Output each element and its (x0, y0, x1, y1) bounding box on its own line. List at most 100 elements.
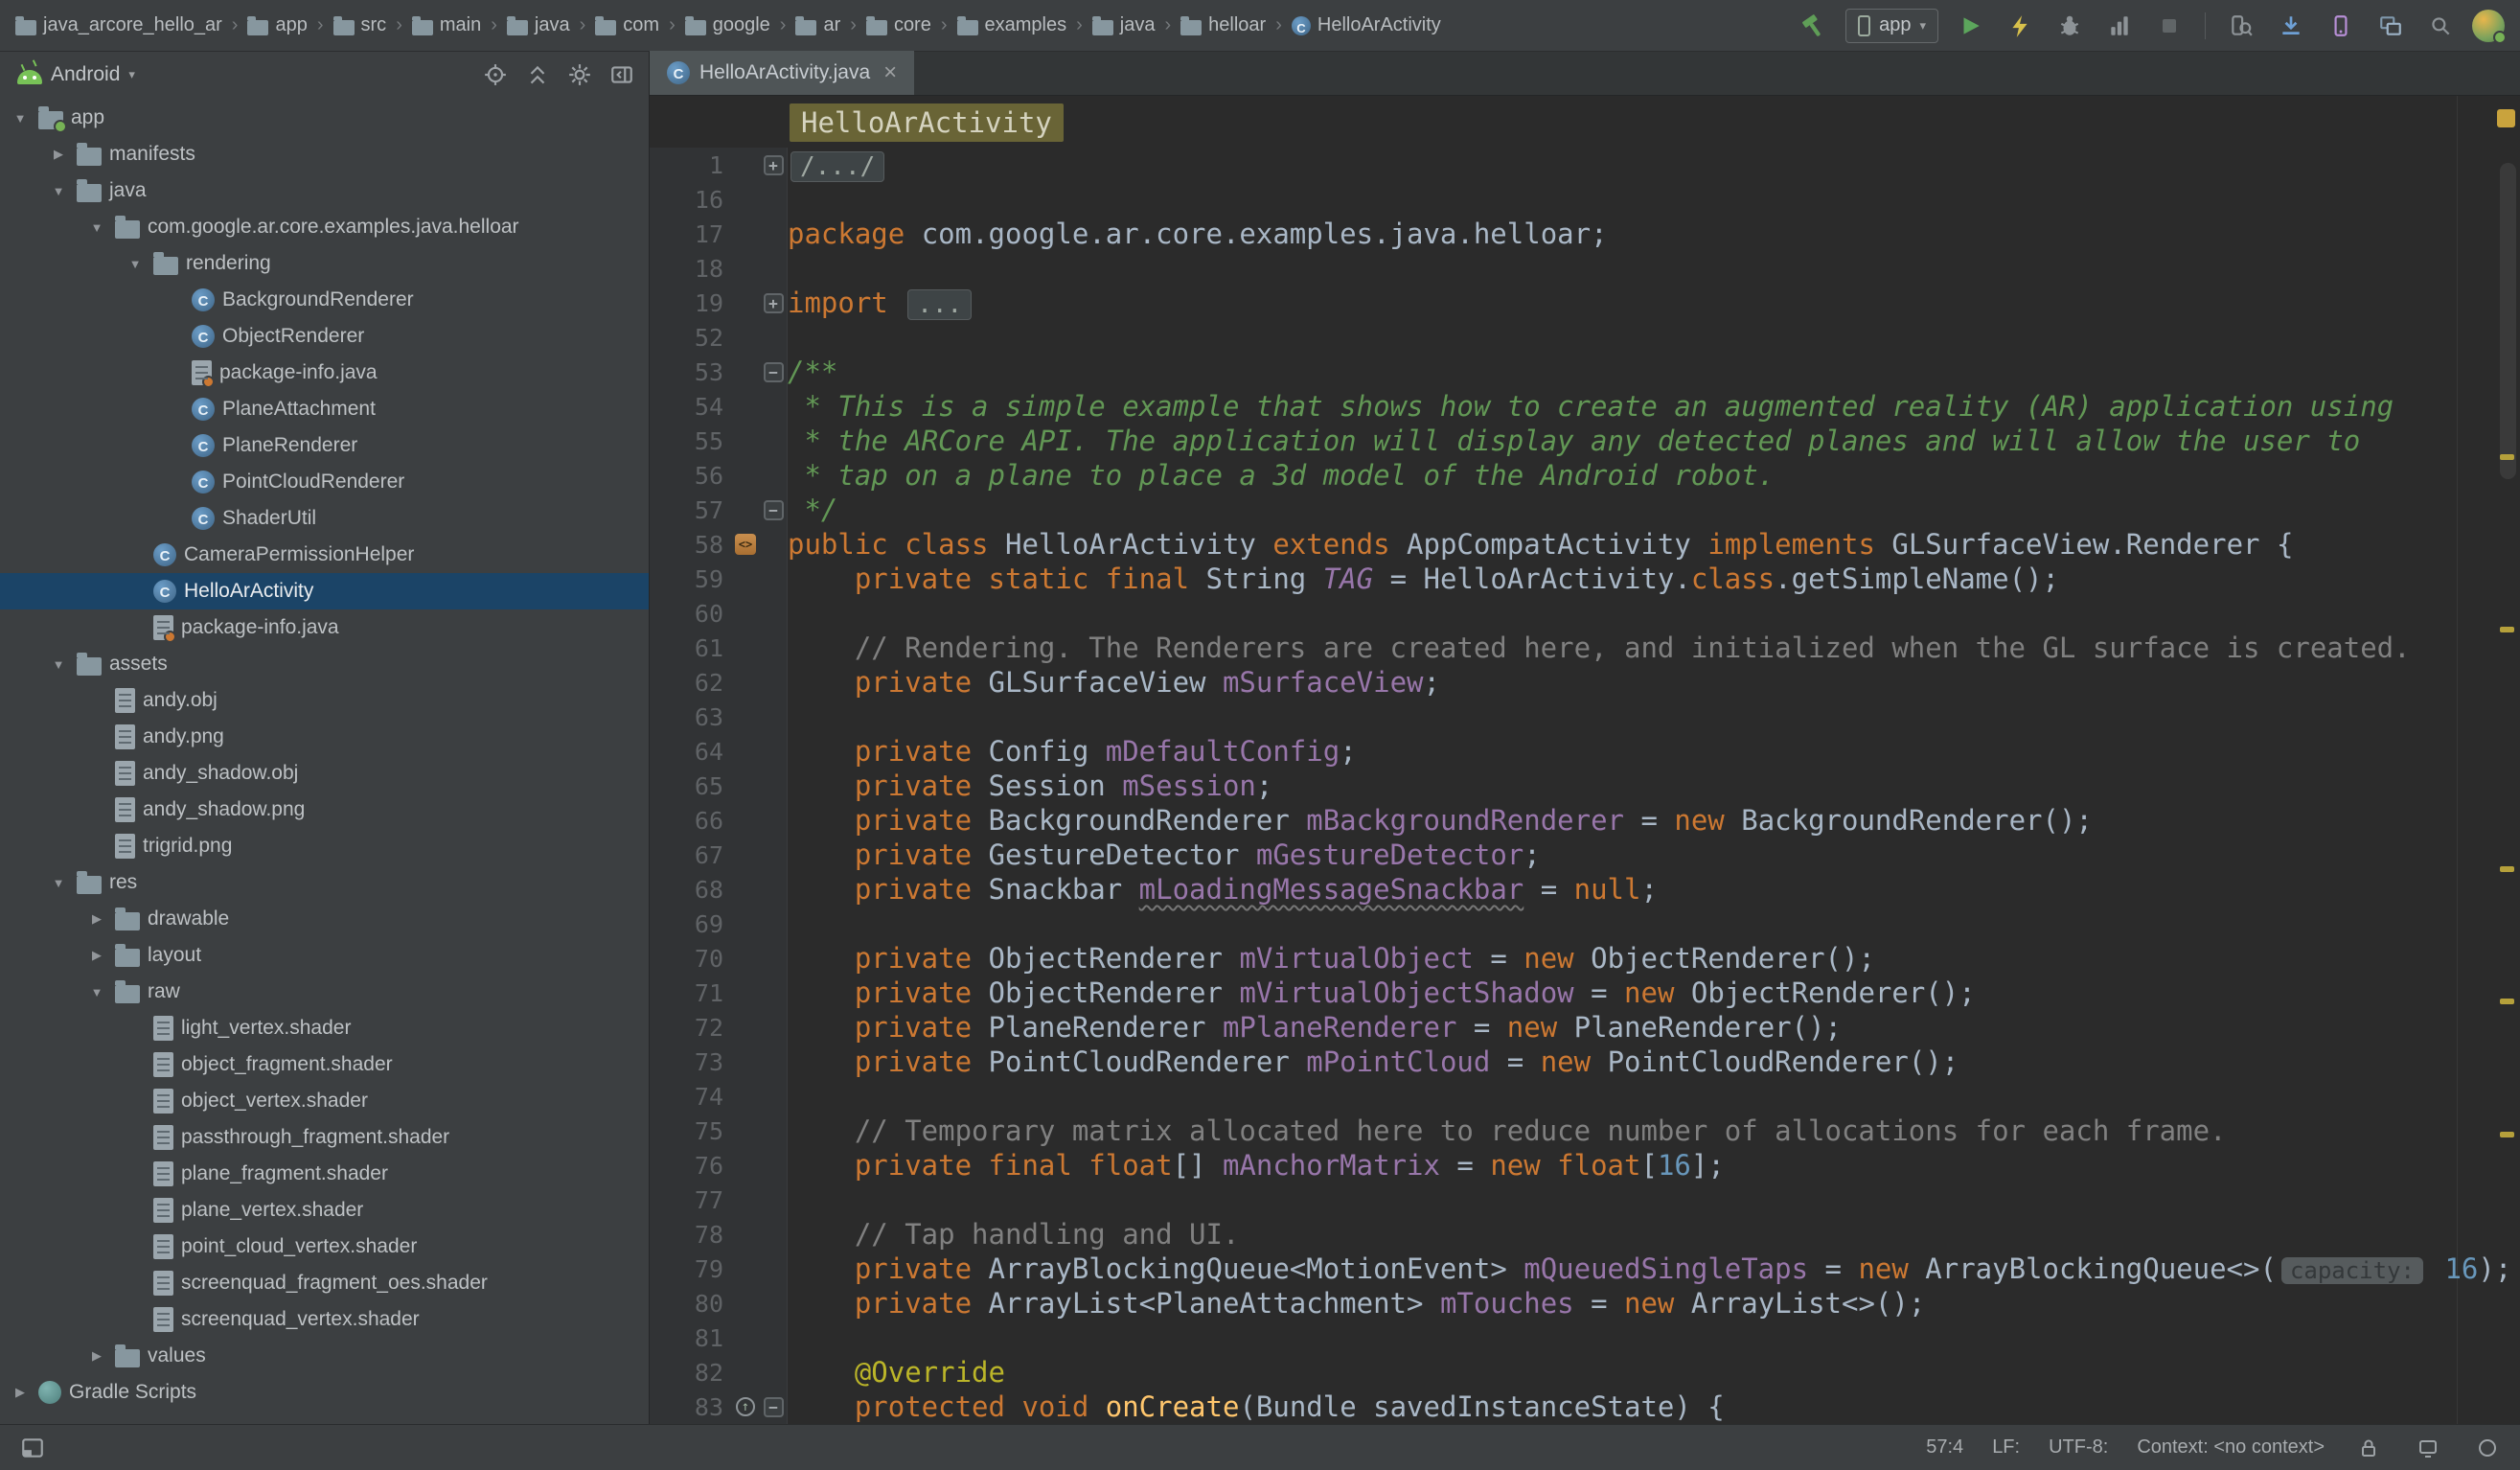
tree-item-com-google-ar-core-examples-java-helloar[interactable]: ▼com.google.ar.core.examples.java.helloa… (0, 209, 649, 245)
apply-changes-icon[interactable] (2002, 8, 2038, 44)
file-encoding-indicator[interactable]: UTF-8: (2049, 1436, 2108, 1459)
tree-item-screenquad-vertex-shader[interactable]: screenquad_vertex.shader (0, 1301, 649, 1338)
code-text[interactable]: private ObjectRenderer mVirtualObject = … (788, 942, 1875, 975)
folded-region-chip[interactable]: /.../ (790, 151, 884, 182)
code-text[interactable]: private PointCloudRenderer mPointCloud =… (788, 1045, 1959, 1078)
breadcrumb-item-helloar[interactable]: helloar (1180, 14, 1266, 36)
tree-item-raw[interactable]: ▼raw (0, 974, 649, 1010)
breadcrumb-item-src[interactable]: src (333, 14, 387, 36)
tree-item-trigrid-png[interactable]: trigrid.png (0, 828, 649, 864)
code-text[interactable]: */ (788, 494, 837, 526)
chevron-collapsed-icon[interactable]: ▶ (10, 1385, 31, 1400)
context-indicator[interactable]: Context: <no context> (2137, 1436, 2325, 1459)
tree-item-light-vertex-shader[interactable]: light_vertex.shader (0, 1010, 649, 1046)
tree-item-app[interactable]: ▼app (0, 100, 649, 136)
chevron-expanded-icon[interactable]: ▼ (10, 111, 31, 126)
build-hammer-icon[interactable] (1796, 8, 1832, 44)
tool-window-toggle-icon[interactable] (17, 1433, 48, 1463)
highlighting-level-icon[interactable] (2472, 1433, 2503, 1463)
collapse-all-icon[interactable] (522, 59, 553, 90)
tree-item-andy-obj[interactable]: andy.obj (0, 682, 649, 719)
tree-item-object-fragment-shader[interactable]: object_fragment.shader (0, 1046, 649, 1083)
inspection-indicator-icon[interactable] (2497, 109, 2515, 127)
breadcrumb-item-com[interactable]: com (595, 14, 659, 36)
code-text[interactable]: // Temporary matrix allocated here to re… (788, 1114, 2227, 1147)
device-manager-icon[interactable] (2323, 8, 2359, 44)
code-text[interactable]: * tap on a plane to place a 3d model of … (788, 459, 1775, 492)
breadcrumb-item-java-arcore-hello-ar[interactable]: java_arcore_hello_ar (15, 14, 222, 36)
tree-item-object-vertex-shader[interactable]: object_vertex.shader (0, 1083, 649, 1119)
debug-icon[interactable] (2051, 8, 2088, 44)
chevron-collapsed-icon[interactable]: ▶ (86, 1348, 107, 1364)
layout-inspector-icon[interactable] (2372, 8, 2409, 44)
caret-position[interactable]: 57:4 (1926, 1436, 1963, 1459)
tree-item-planerenderer[interactable]: PlaneRenderer (0, 427, 649, 464)
tree-item-assets[interactable]: ▼assets (0, 646, 649, 682)
tree-item-drawable[interactable]: ▶drawable (0, 901, 649, 937)
tree-item-andy-shadow-obj[interactable]: andy_shadow.obj (0, 755, 649, 792)
tree-item-helloaractivity[interactable]: HelloArActivity (0, 573, 649, 609)
code-text[interactable]: private Config mDefaultConfig; (788, 735, 1357, 768)
breadcrumb-item-ar[interactable]: ar (795, 14, 840, 36)
chevron-collapsed-icon[interactable]: ▶ (86, 948, 107, 963)
tree-item-plane-vertex-shader[interactable]: plane_vertex.shader (0, 1192, 649, 1229)
run-icon[interactable] (1952, 8, 1988, 44)
chevron-collapsed-icon[interactable]: ▶ (48, 147, 69, 162)
scrollbar-thumb[interactable] (2500, 163, 2516, 479)
breadcrumb-item-main[interactable]: main (412, 14, 481, 36)
code-text[interactable]: private static final String TAG = HelloA… (788, 563, 2059, 595)
search-icon[interactable] (2422, 8, 2459, 44)
warning-stripe-mark[interactable] (2500, 454, 2514, 460)
code-text[interactable]: @Override (788, 1356, 1005, 1389)
class-marker-icon[interactable]: <> (731, 527, 760, 562)
code-text[interactable]: import ... (788, 287, 974, 320)
warning-stripe-mark[interactable] (2500, 627, 2514, 632)
tree-item-pointcloudrenderer[interactable]: PointCloudRenderer (0, 464, 649, 500)
code-text[interactable]: * This is a simple example that shows ho… (788, 390, 2394, 423)
chevron-expanded-icon[interactable]: ▼ (48, 184, 69, 198)
chevron-expanded-icon[interactable]: ▼ (48, 657, 69, 672)
tree-item-values[interactable]: ▶values (0, 1338, 649, 1374)
tree-item-java[interactable]: ▼java (0, 172, 649, 209)
code-text[interactable]: protected void onCreate(Bundle savedInst… (788, 1390, 1725, 1423)
editor-tab-helloaractivity[interactable]: HelloArActivity.java × (650, 51, 914, 95)
profiler-icon[interactable] (2101, 8, 2138, 44)
error-stripe[interactable] (2493, 96, 2520, 1424)
tree-item-camerapermissionhelper[interactable]: CameraPermissionHelper (0, 537, 649, 573)
fold-collapse-icon[interactable]: − (760, 355, 787, 389)
settings-gear-icon[interactable] (564, 59, 595, 90)
tree-item-andy-shadow-png[interactable]: andy_shadow.png (0, 792, 649, 828)
tree-item-package-info-java[interactable]: package-info.java (0, 609, 649, 646)
code-text[interactable]: // Tap handling and UI. (788, 1218, 1239, 1251)
tree-item-manifests[interactable]: ▶manifests (0, 136, 649, 172)
breadcrumb-item-core[interactable]: core (866, 14, 931, 36)
tree-item-res[interactable]: ▼res (0, 864, 649, 901)
warning-stripe-mark[interactable] (2500, 1132, 2514, 1137)
fold-expand-icon[interactable]: + (760, 286, 787, 320)
tree-item-backgroundrenderer[interactable]: BackgroundRenderer (0, 282, 649, 318)
breadcrumb-item-google[interactable]: google (685, 14, 770, 36)
code-text[interactable]: public class HelloArActivity extends App… (788, 528, 2293, 561)
warning-stripe-mark[interactable] (2500, 999, 2514, 1004)
code-text[interactable]: private GestureDetector mGestureDetector… (788, 838, 1541, 871)
tree-item-shaderutil[interactable]: ShaderUtil (0, 500, 649, 537)
breadcrumb-item-examples[interactable]: examples (957, 14, 1067, 36)
tree-item-plane-fragment-shader[interactable]: plane_fragment.shader (0, 1156, 649, 1192)
breadcrumb-item-java[interactable]: java (507, 14, 570, 36)
locate-icon[interactable] (480, 59, 511, 90)
tree-item-screenquad-fragment-oes-shader[interactable]: screenquad_fragment_oes.shader (0, 1265, 649, 1301)
folded-region-chip[interactable]: ... (907, 289, 972, 320)
code-text[interactable]: /.../ (788, 149, 887, 182)
tree-item-passthrough-fragment-shader[interactable]: passthrough_fragment.shader (0, 1119, 649, 1156)
attach-debugger-icon[interactable] (2223, 8, 2259, 44)
code-text[interactable]: private PlaneRenderer mPlaneRenderer = n… (788, 1011, 1842, 1044)
tree-item-point-cloud-vertex-shader[interactable]: point_cloud_vertex.shader (0, 1229, 649, 1265)
code-text[interactable]: * the ARCore API. The application will d… (788, 425, 2360, 457)
fold-end-icon[interactable]: − (760, 493, 787, 527)
chevron-expanded-icon[interactable]: ▼ (48, 876, 69, 890)
chevron-collapsed-icon[interactable]: ▶ (86, 911, 107, 927)
close-tab-icon[interactable]: × (880, 61, 897, 84)
run-config-selector[interactable]: app ▾ (1845, 9, 1938, 43)
tree-item-planeattachment[interactable]: PlaneAttachment (0, 391, 649, 427)
hide-panel-icon[interactable] (607, 59, 637, 90)
